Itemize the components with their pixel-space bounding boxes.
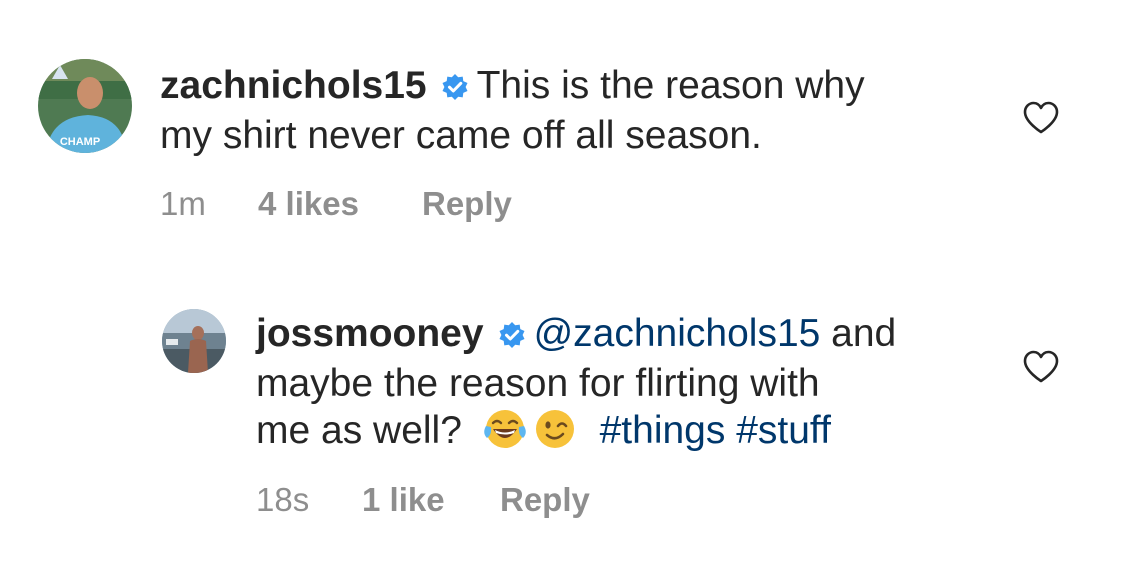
face-with-tears-of-joy-icon [483,407,527,462]
avatar-image [162,309,226,373]
comment-line-2: maybe the reason for flirting with [256,362,820,405]
comment-text-line-3: me as well? [256,409,462,452]
hashtag-link[interactable]: #things [600,409,726,452]
comment-body: jossmooney @zachnichols15 and maybe the r… [256,310,996,462]
hashtag-link[interactable]: #stuff [736,409,831,452]
comment-meta: 18s 1 like Reply [256,480,756,520]
comment-timestamp: 18s [256,481,310,518]
reply-button[interactable]: Reply [500,480,590,520]
comment-line-1: jossmooney @zachnichols15 and [256,310,996,360]
comment-jossmooney: jossmooney @zachnichols15 and maybe the r… [0,0,1125,569]
verified-badge-icon [498,313,526,360]
comment-text-line-1: and [831,312,897,355]
comment-line-3: me as well? #things #stuff [256,407,996,462]
winking-face-icon [533,407,577,462]
mention-link[interactable]: @zachnichols15 [534,312,821,355]
likes-count-link[interactable]: 1 like [362,480,445,520]
heart-icon[interactable] [1022,349,1060,385]
avatar[interactable] [162,309,226,373]
comment-username[interactable]: jossmooney [256,312,484,355]
